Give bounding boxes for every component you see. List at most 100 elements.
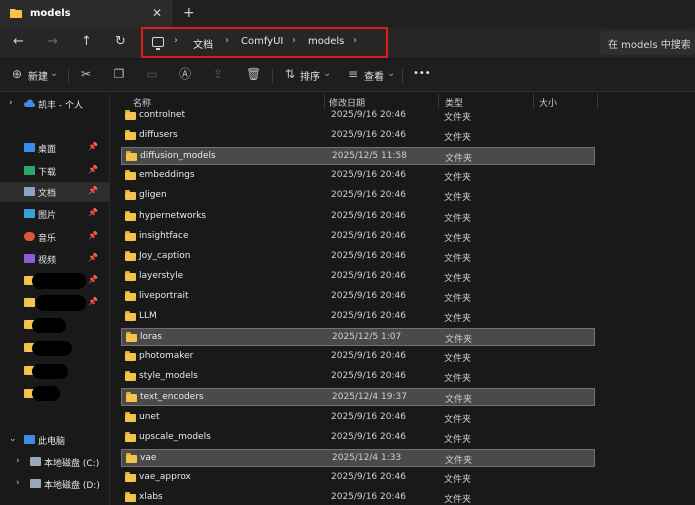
back-button[interactable]: ← (13, 34, 24, 49)
sidebar-item-redacted[interactable] (0, 338, 110, 358)
folder-icon (125, 230, 136, 241)
pin-icon[interactable]: 📌 (88, 231, 98, 240)
column-divider[interactable] (533, 94, 534, 108)
tab-models[interactable]: models ✕ (0, 0, 172, 28)
chevron-right-icon[interactable]: › (174, 35, 178, 46)
pin-icon[interactable]: 📌 (88, 297, 98, 306)
pin-icon[interactable]: 📌 (88, 275, 98, 284)
rename-icon[interactable]: Ⓐ (178, 67, 192, 81)
file-name: layerstyle (139, 270, 184, 281)
cut-icon[interactable]: ✂ (79, 67, 93, 81)
sort-button[interactable]: 排序 (300, 68, 320, 83)
file-name: loras (140, 332, 162, 343)
copy-icon[interactable]: ❐ (112, 67, 126, 81)
sidebar-item-onedrive[interactable]: › 凯丰 - 个人 (0, 94, 110, 114)
file-row[interactable]: unet 2025/9/16 20:46 文件夹 (121, 409, 595, 427)
chevron-right-icon[interactable]: › (225, 35, 229, 46)
picture-icon (24, 209, 35, 218)
up-button[interactable]: ↑ (81, 34, 92, 49)
file-row[interactable]: vae_approx 2025/9/16 20:46 文件夹 (121, 469, 595, 487)
share-icon[interactable]: ⇪ (211, 67, 225, 81)
view-button[interactable]: 查看 (364, 68, 384, 83)
refresh-button[interactable]: ↻ (115, 34, 126, 49)
sidebar-item-redacted[interactable] (0, 384, 110, 404)
file-row[interactable]: LLM 2025/9/16 20:46 文件夹 (121, 308, 595, 326)
folder-icon (126, 392, 137, 403)
sidebar-item-this-pc[interactable]: ⌄ 此电脑 (0, 430, 110, 450)
chevron-right-icon[interactable]: › (16, 456, 20, 466)
sidebar-item-redacted[interactable] (0, 361, 110, 381)
file-type: 文件夹 (445, 335, 473, 346)
file-row[interactable]: liveportrait 2025/9/16 20:46 文件夹 (121, 288, 595, 306)
file-type: 文件夹 (445, 395, 473, 406)
sidebar-item-redacted[interactable] (0, 315, 110, 335)
file-row[interactable]: loras 2025/12/5 1:07 文件夹 (121, 328, 595, 347)
file-row[interactable]: hypernetworks 2025/9/16 20:46 文件夹 (121, 208, 595, 226)
file-date: 2025/9/16 20:46 (331, 230, 406, 241)
chevron-right-icon[interactable]: › (16, 478, 20, 488)
plus-circle-icon: ⊕ (11, 67, 23, 81)
sidebar-item-downloads[interactable]: 下载 📌 (0, 161, 110, 181)
redacted-label (32, 386, 60, 401)
breadcrumb-documents[interactable]: 文档 (193, 36, 213, 51)
file-row[interactable]: insightface 2025/9/16 20:46 文件夹 (121, 228, 595, 246)
search-input[interactable]: 在 models 中搜索 (600, 31, 695, 55)
chevron-right-icon[interactable]: › (292, 35, 296, 46)
sidebar-item-redacted[interactable]: 📌 (0, 271, 110, 291)
file-row[interactable]: vae 2025/12/4 1:33 文件夹 (121, 448, 595, 467)
file-row[interactable]: embeddings 2025/9/16 20:46 文件夹 (121, 167, 595, 185)
more-options-button[interactable]: ••• (413, 68, 431, 79)
file-row[interactable]: xlabs 2025/9/16 20:46 文件夹 (121, 489, 595, 505)
chevron-down-icon[interactable]: ⌄ (9, 434, 17, 444)
column-divider[interactable] (597, 94, 598, 108)
pin-icon[interactable]: 📌 (88, 208, 98, 217)
column-divider[interactable] (438, 94, 439, 108)
breadcrumb[interactable]: › 文档 › ComfyUI › models › (141, 27, 388, 58)
chevron-down-icon[interactable]: ⌄ (323, 68, 331, 79)
file-row[interactable]: layerstyle 2025/9/16 20:46 文件夹 (121, 268, 595, 286)
sidebar-item-pictures[interactable]: 图片 📌 (0, 204, 110, 224)
breadcrumb-comfyui[interactable]: ComfyUI (241, 36, 283, 47)
file-row[interactable]: upscale_models 2025/9/16 20:46 文件夹 (121, 429, 595, 447)
new-tab-button[interactable]: + (183, 5, 195, 21)
file-row[interactable]: gligen 2025/9/16 20:46 文件夹 (121, 187, 595, 205)
sidebar-item-drive-c[interactable]: › 本地磁盘 (C:) (0, 452, 110, 472)
paste-icon[interactable]: ▭ (145, 67, 159, 81)
pin-icon[interactable]: 📌 (88, 253, 98, 262)
file-row[interactable]: text_encoders 2025/12/4 19:37 文件夹 (121, 388, 595, 407)
pin-icon[interactable]: 📌 (88, 186, 98, 195)
file-row[interactable]: photomaker 2025/9/16 20:46 文件夹 (121, 348, 595, 366)
desktop-icon (24, 143, 35, 152)
file-row[interactable]: style_models 2025/9/16 20:46 文件夹 (121, 368, 595, 386)
column-divider[interactable] (324, 94, 325, 108)
sidebar-item-desktop[interactable]: 桌面 📌 (0, 138, 110, 158)
folder-icon (24, 298, 35, 307)
file-date: 2025/9/16 20:46 (331, 290, 406, 301)
file-type: 文件夹 (444, 173, 472, 184)
chevron-right-icon[interactable]: › (9, 98, 13, 108)
new-button[interactable]: 新建 (28, 68, 48, 83)
pin-icon[interactable]: 📌 (88, 142, 98, 151)
close-tab-icon[interactable]: ✕ (152, 6, 162, 20)
chevron-down-icon[interactable]: ⌄ (50, 68, 58, 79)
sidebar-item-documents[interactable]: 文档 📌 (0, 182, 110, 202)
sidebar-item-music[interactable]: 音乐 📌 (0, 227, 110, 247)
delete-icon[interactable]: 🗑 (246, 67, 261, 81)
sidebar-item-drive-d[interactable]: › 本地磁盘 (D:) (0, 474, 110, 494)
file-row[interactable]: controlnet 2025/9/16 20:46 文件夹 (121, 107, 595, 125)
file-name: style_models (139, 371, 198, 382)
breadcrumb-models[interactable]: models (308, 36, 344, 47)
file-row[interactable]: Joy_caption 2025/9/16 20:46 文件夹 (121, 248, 595, 266)
chevron-down-icon[interactable]: ⌄ (387, 68, 395, 79)
sidebar-item-videos[interactable]: 视频 📌 (0, 249, 110, 269)
forward-button[interactable]: → (47, 34, 58, 49)
sidebar-item-redacted[interactable]: 📌 (0, 293, 110, 313)
sidebar-item-label: 文档 (38, 189, 57, 199)
file-row[interactable]: diffusers 2025/9/16 20:46 文件夹 (121, 127, 595, 145)
file-type: 文件夹 (444, 113, 472, 123)
chevron-right-icon[interactable]: › (353, 35, 357, 46)
pin-icon[interactable]: 📌 (88, 165, 98, 174)
file-row[interactable]: diffusion_models 2025/12/5 11:58 文件夹 (121, 147, 595, 166)
file-name: LLM (139, 311, 157, 321)
navigation-pane: › 凯丰 - 个人 桌面 📌 下载 📌 文档 📌 图片 📌 音乐 📌 视频 📌 … (0, 93, 110, 505)
